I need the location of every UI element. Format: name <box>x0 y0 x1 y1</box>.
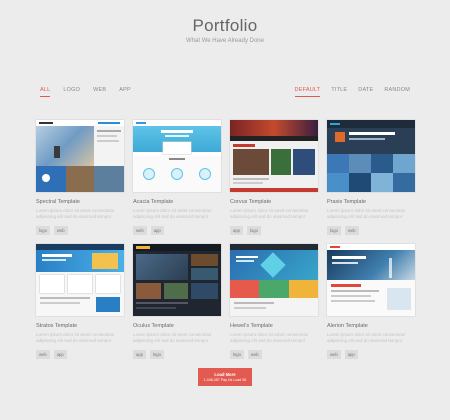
tag[interactable]: app <box>133 350 146 359</box>
template-thumbnail[interactable] <box>327 244 415 316</box>
card-description: Lorem ipsum dolor sit amet consectetur a… <box>230 332 309 343</box>
portfolio-card[interactable]: Corvus Template Lorem ipsum dolor sit am… <box>230 120 318 244</box>
card-description: Lorem ipsum dolor sit amet consectetur a… <box>230 208 309 219</box>
card-title[interactable]: Praxis Template <box>327 199 415 205</box>
portfolio-card[interactable]: Stratos Template Lorem ipsum dolor sit a… <box>36 244 124 368</box>
card-title[interactable]: Oculus Template <box>133 323 221 329</box>
card-title[interactable]: Spectral Template <box>36 199 124 205</box>
card-title[interactable]: Hewel's Template <box>230 323 318 329</box>
card-description: Lorem ipsum dolor sit amet consectetur a… <box>133 332 212 343</box>
card-title[interactable]: Alerion Template <box>327 323 415 329</box>
portfolio-card[interactable]: Alerion Template Lorem ipsum dolor sit a… <box>327 244 415 368</box>
template-thumbnail[interactable] <box>230 120 318 192</box>
page-subtitle: What We Have Already Done <box>186 38 264 44</box>
card-tags: logo web <box>327 226 415 235</box>
template-thumbnail[interactable] <box>327 120 415 192</box>
tag[interactable]: web <box>36 350 50 359</box>
load-more-status: 1,048,387 Pay Us Load 98 <box>203 378 247 382</box>
sort-title[interactable]: TITLE <box>331 87 347 97</box>
card-title[interactable]: Stratos Template <box>36 323 124 329</box>
portfolio-card[interactable]: Oculus Template Lorem ipsum dolor sit am… <box>133 244 221 368</box>
card-description: Lorem ipsum dolor sit amet consectetur a… <box>36 208 115 219</box>
card-title[interactable]: Acacia Template <box>133 199 221 205</box>
card-tags: app logo <box>133 350 221 359</box>
card-tags: web app <box>133 226 221 235</box>
load-more-button[interactable]: Load More 1,048,387 Pay Us Load 98 <box>198 368 252 386</box>
portfolio-card[interactable]: Spectral Template Lorem ipsum dolor sit … <box>36 120 124 244</box>
tag[interactable]: web <box>247 350 262 359</box>
filter-logo[interactable]: LOGO <box>63 87 80 97</box>
load-more-label: Load More <box>214 372 236 377</box>
sort-default[interactable]: DEFAULT <box>294 87 321 97</box>
tag[interactable]: app <box>150 226 164 235</box>
tag[interactable]: web <box>53 226 68 235</box>
template-thumbnail[interactable] <box>133 120 221 192</box>
category-filters: ALL LOGO WEB APP <box>40 87 131 97</box>
filter-web[interactable]: WEB <box>93 87 106 97</box>
card-description: Lorem ipsum dolor sit amet consectetur a… <box>133 208 212 219</box>
card-description: Lorem ipsum dolor sit amet consectetur a… <box>327 208 406 219</box>
tag[interactable]: web <box>344 226 359 235</box>
tag[interactable]: app <box>53 350 67 359</box>
template-thumbnail[interactable] <box>133 244 221 316</box>
card-description: Lorem ipsum dolor sit amet consectetur a… <box>327 332 406 343</box>
template-thumbnail[interactable] <box>230 244 318 316</box>
card-tags: web app <box>36 350 124 359</box>
tag[interactable]: logo <box>36 226 50 235</box>
tag[interactable]: app <box>344 350 358 359</box>
card-tags: web app <box>327 350 415 359</box>
filter-all[interactable]: ALL <box>40 87 51 97</box>
page-title: Portfolio <box>192 16 258 35</box>
tag[interactable]: logo <box>230 350 244 359</box>
filter-app[interactable]: APP <box>119 87 131 97</box>
tag[interactable]: logo <box>247 226 261 235</box>
card-tags: logo web <box>36 226 124 235</box>
card-tags: app logo <box>230 226 318 235</box>
tag[interactable]: logo <box>327 226 341 235</box>
portfolio-card[interactable]: Hewel's Template Lorem ipsum dolor sit a… <box>230 244 318 368</box>
sort-options: DEFAULT TITLE DATE RANDOM <box>294 87 410 97</box>
sort-random[interactable]: RANDOM <box>384 87 410 97</box>
tag[interactable]: app <box>230 226 243 235</box>
portfolio-grid: Spectral Template Lorem ipsum dolor sit … <box>36 120 415 368</box>
template-thumbnail[interactable] <box>36 244 124 316</box>
portfolio-card[interactable]: Acacia Template Lorem ipsum dolor sit am… <box>133 120 221 244</box>
portfolio-card[interactable]: Praxis Template Lorem ipsum dolor sit am… <box>327 120 415 244</box>
card-description: Lorem ipsum dolor sit amet consectetur a… <box>36 332 115 343</box>
tag[interactable]: logo <box>150 350 164 359</box>
card-tags: logo web <box>230 350 318 359</box>
sort-date[interactable]: DATE <box>358 87 373 97</box>
tag[interactable]: web <box>327 350 341 359</box>
portfolio-header: Portfolio What We Have Already Done <box>0 16 450 44</box>
template-thumbnail[interactable] <box>36 120 124 192</box>
tag[interactable]: web <box>133 226 147 235</box>
card-title[interactable]: Corvus Template <box>230 199 318 205</box>
